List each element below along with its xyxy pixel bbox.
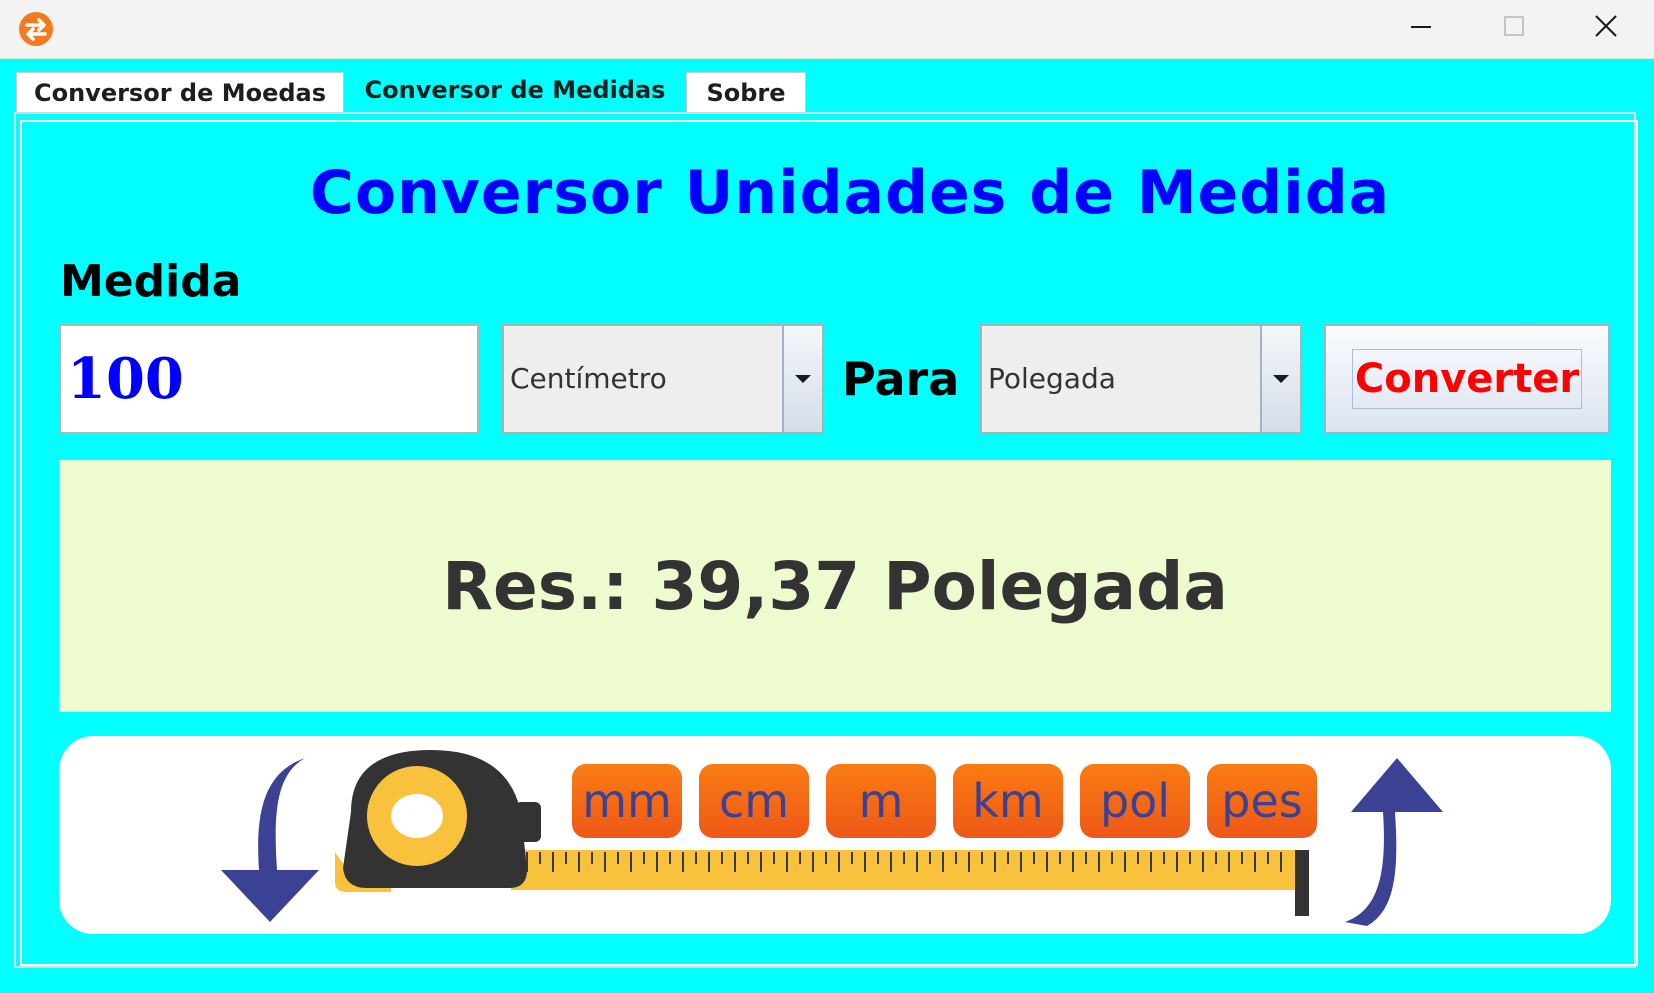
maximize-icon: [1504, 16, 1524, 36]
unit-chip-km: km: [953, 764, 1063, 838]
minimize-button[interactable]: [1375, 0, 1467, 52]
app-window: Conversor de Moedas Conversor de Medidas…: [0, 0, 1654, 993]
unit-chip-m: m: [826, 764, 936, 838]
chevron-down-icon: [1273, 375, 1289, 383]
currency-exchange-icon: [19, 12, 53, 46]
tab-conversor-de-moedas[interactable]: Conversor de Moedas: [16, 72, 344, 112]
from-unit-dropdown-button[interactable]: [782, 326, 822, 432]
unit-chip-pol: pol: [1080, 764, 1190, 838]
tab-sobre[interactable]: Sobre: [686, 72, 806, 112]
units-banner: mm cm m km pol pes: [59, 736, 1611, 934]
arrow-down-icon: [221, 758, 319, 922]
unit-chip-pes: pes: [1207, 764, 1317, 838]
result-display: Res.: 39,37 Polegada: [59, 460, 1611, 712]
title-bar: [0, 0, 1654, 59]
close-button[interactable]: [1560, 0, 1652, 52]
measure-value-input[interactable]: [59, 324, 479, 434]
measure-label: Medida: [60, 256, 242, 307]
result-text: Res.: 39,37 Polegada: [442, 547, 1228, 625]
from-unit-value: Centímetro: [510, 362, 667, 395]
close-icon: [1595, 15, 1617, 37]
to-unit-dropdown-button[interactable]: [1260, 326, 1300, 432]
convert-button-label: Converter: [1351, 349, 1583, 409]
tab-conversor-de-medidas[interactable]: Conversor de Medidas: [344, 68, 686, 112]
page-title: Conversor Unidades de Medida: [309, 158, 1391, 228]
to-label: Para: [842, 352, 960, 406]
minimize-icon: [1411, 26, 1431, 28]
maximize-button[interactable]: [1468, 0, 1560, 52]
unit-chip-mm: mm: [572, 764, 682, 838]
from-unit-select[interactable]: Centímetro: [502, 324, 824, 434]
convert-button[interactable]: Converter: [1324, 324, 1610, 434]
arrow-up-icon: [1345, 758, 1443, 926]
to-unit-value: Polegada: [988, 362, 1116, 395]
chevron-down-icon: [795, 375, 811, 383]
to-unit-select[interactable]: Polegada: [980, 324, 1302, 434]
unit-chip-cm: cm: [699, 764, 809, 838]
